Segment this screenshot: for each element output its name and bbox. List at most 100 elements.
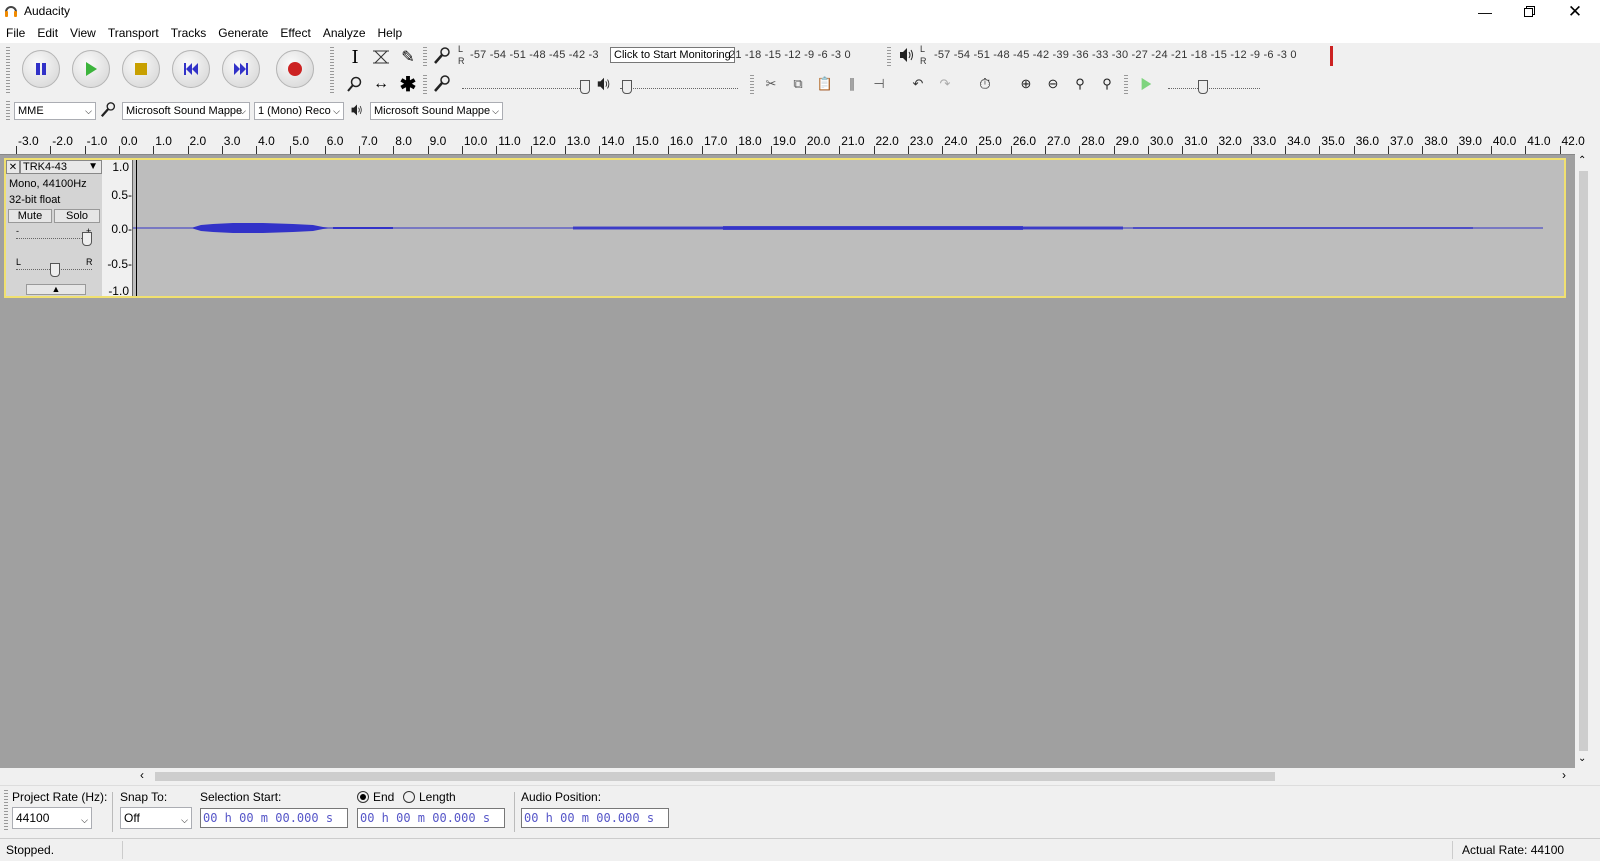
close-track-button[interactable]: ✕	[6, 160, 20, 174]
gain-slider[interactable]	[16, 232, 92, 246]
track-control-panel[interactable]: ✕ TRK4-43 ▼ Mono, 44100Hz 32-bit float M…	[6, 160, 103, 296]
multi-tool-button[interactable]: ✱	[396, 72, 420, 96]
recording-channels-dropdown[interactable]: 1 (Mono) Reco ⌵	[254, 102, 344, 120]
stop-button[interactable]	[122, 50, 160, 88]
zoom-out-button[interactable]: ⊖	[1041, 72, 1065, 96]
scroll-up-icon[interactable]: ⌃	[1578, 155, 1586, 166]
play-meter-button[interactable]	[898, 46, 920, 68]
paste-button[interactable]: 📋	[813, 72, 837, 96]
amplitude-ruler[interactable]: 1.0 0.5- 0.0- -0.5- -1.0	[102, 160, 133, 298]
trim-button[interactable]: ∥	[840, 72, 864, 96]
menu-effect[interactable]: Effect	[274, 23, 316, 43]
slider-thumb[interactable]	[580, 80, 590, 94]
track-name-menu[interactable]: TRK4-43 ▼	[20, 160, 102, 174]
vertical-scroll-thumb[interactable]	[1579, 171, 1588, 751]
tools-grip[interactable]	[330, 47, 334, 93]
play-at-speed-grip[interactable]	[1124, 75, 1128, 95]
length-radio[interactable]	[403, 791, 415, 803]
menu-analyze[interactable]: Analyze	[317, 23, 372, 43]
skip-to-end-button[interactable]	[222, 50, 260, 88]
audio-track[interactable]: ✕ TRK4-43 ▼ Mono, 44100Hz 32-bit float M…	[4, 158, 1566, 298]
device-grip[interactable]	[6, 101, 10, 121]
sync-lock-button[interactable]: ⏱	[973, 72, 997, 96]
menu-edit[interactable]: Edit	[31, 23, 64, 43]
play-meter-grip[interactable]	[887, 47, 891, 67]
copy-button[interactable]: ⧉	[786, 72, 810, 96]
recording-device-dropdown[interactable]: Microsoft Sound Mappe ⌵	[122, 102, 250, 120]
mute-button[interactable]: Mute	[8, 209, 52, 223]
redo-button[interactable]: ↷	[933, 72, 957, 96]
horizontal-scroll-thumb[interactable]	[155, 772, 1275, 781]
time-shift-tool-button[interactable]: ↔	[369, 72, 393, 96]
play-meter[interactable]: -57 -54 -51 -48 -45 -42 -39 -36 -33 -30 …	[930, 46, 1340, 66]
envelope-tool-button[interactable]	[369, 45, 393, 69]
play-at-speed-button[interactable]	[1134, 72, 1158, 96]
fit-selection-button[interactable]: ⚲	[1068, 72, 1092, 96]
selection-tool-button[interactable]: I	[343, 45, 367, 69]
fit-project-button[interactable]: ⚲	[1095, 72, 1119, 96]
vertical-scrollbar[interactable]: ⌃ ⌄	[1575, 155, 1592, 768]
close-window-button[interactable]: ✕	[1552, 0, 1598, 23]
audio-host-dropdown[interactable]: MME ⌵	[14, 102, 96, 120]
pan-slider[interactable]	[16, 263, 92, 277]
toolbar-grip[interactable]	[6, 47, 10, 93]
minimize-button[interactable]: —	[1462, 0, 1508, 23]
slider-thumb[interactable]	[1198, 80, 1208, 94]
monitoring-tooltip[interactable]: Click to Start Monitoring	[610, 47, 735, 63]
draw-tool-button[interactable]: ✎	[396, 45, 420, 69]
mixer-grip[interactable]	[423, 75, 427, 95]
scroll-down-icon[interactable]: ⌄	[1578, 753, 1586, 764]
restore-button[interactable]	[1506, 0, 1552, 23]
snap-to-label: Snap To:	[120, 790, 168, 804]
play-button[interactable]	[72, 50, 110, 88]
scroll-right-icon[interactable]: ›	[1562, 768, 1566, 782]
audio-position-field[interactable]: 00 h 00 m 00.000 s	[521, 808, 669, 828]
scroll-left-icon[interactable]: ‹	[140, 768, 144, 782]
menu-generate[interactable]: Generate	[212, 23, 274, 43]
horizontal-scrollbar[interactable]: ‹ ›	[138, 768, 1575, 785]
end-radio[interactable]	[357, 791, 369, 803]
snap-to-dropdown[interactable]: Off ⌵	[120, 807, 192, 829]
menu-file[interactable]: File	[0, 23, 31, 43]
record-meter-button[interactable]	[433, 46, 457, 68]
ruler-tick	[873, 146, 875, 154]
ruler-tick	[290, 146, 292, 154]
collapse-track-button[interactable]: ▲	[26, 284, 86, 295]
zoom-in-button[interactable]: ⊕	[1014, 72, 1038, 96]
slider-thumb[interactable]	[82, 232, 92, 246]
menu-help[interactable]: Help	[372, 23, 409, 43]
edit-grip[interactable]	[750, 75, 754, 95]
menu-view[interactable]: View	[64, 23, 102, 43]
ruler-tick	[1182, 146, 1184, 154]
playback-device-dropdown[interactable]: Microsoft Sound Mappe ⌵	[370, 102, 503, 120]
cut-button[interactable]: ✂	[759, 72, 783, 96]
slider-thumb[interactable]	[622, 80, 632, 94]
timeline-ruler[interactable]: -3.0 -2.0 -1.0 0.0 1.0 2.0 3.0 4.0 5.0 6.0 7.0 8.0 9…	[0, 132, 1585, 155]
track-workspace[interactable]: ✕ TRK4-43 ▼ Mono, 44100Hz 32-bit float M…	[0, 155, 1575, 768]
slider-thumb[interactable]	[50, 263, 60, 277]
play-volume-slider[interactable]	[620, 77, 738, 94]
record-meter[interactable]: -57 -54 -51 -48 -45 -42 -3 Click to Star…	[466, 46, 876, 66]
record-meter-grip[interactable]	[423, 47, 427, 67]
selection-grip[interactable]	[4, 790, 8, 832]
menu-tracks[interactable]: Tracks	[165, 23, 213, 43]
ruler-label: 9.0	[429, 134, 447, 148]
waveform-area[interactable]	[133, 160, 1543, 296]
record-volume-slider[interactable]	[462, 77, 590, 94]
playback-speed-slider[interactable]	[1168, 77, 1260, 94]
selection-start-field[interactable]: 00 h 00 m 00.000 s	[200, 808, 348, 828]
undo-button[interactable]: ↶	[906, 72, 930, 96]
skip-to-start-button[interactable]	[172, 50, 210, 88]
selection-end-field[interactable]: 00 h 00 m 00.000 s	[357, 808, 505, 828]
menu-transport[interactable]: Transport	[102, 23, 165, 43]
silence-button[interactable]: ⊣	[867, 72, 891, 96]
project-rate-dropdown[interactable]: 44100 ⌵	[12, 807, 92, 829]
project-rate-value: 44100	[16, 811, 50, 825]
zoom-tool-button[interactable]	[343, 72, 367, 96]
ruler-tick	[324, 146, 326, 154]
pause-button[interactable]	[22, 50, 60, 88]
solo-button[interactable]: Solo	[54, 209, 100, 223]
record-button[interactable]	[276, 50, 314, 88]
clipboard-icon: 📋	[816, 76, 834, 91]
ruler-tick	[1147, 146, 1149, 154]
